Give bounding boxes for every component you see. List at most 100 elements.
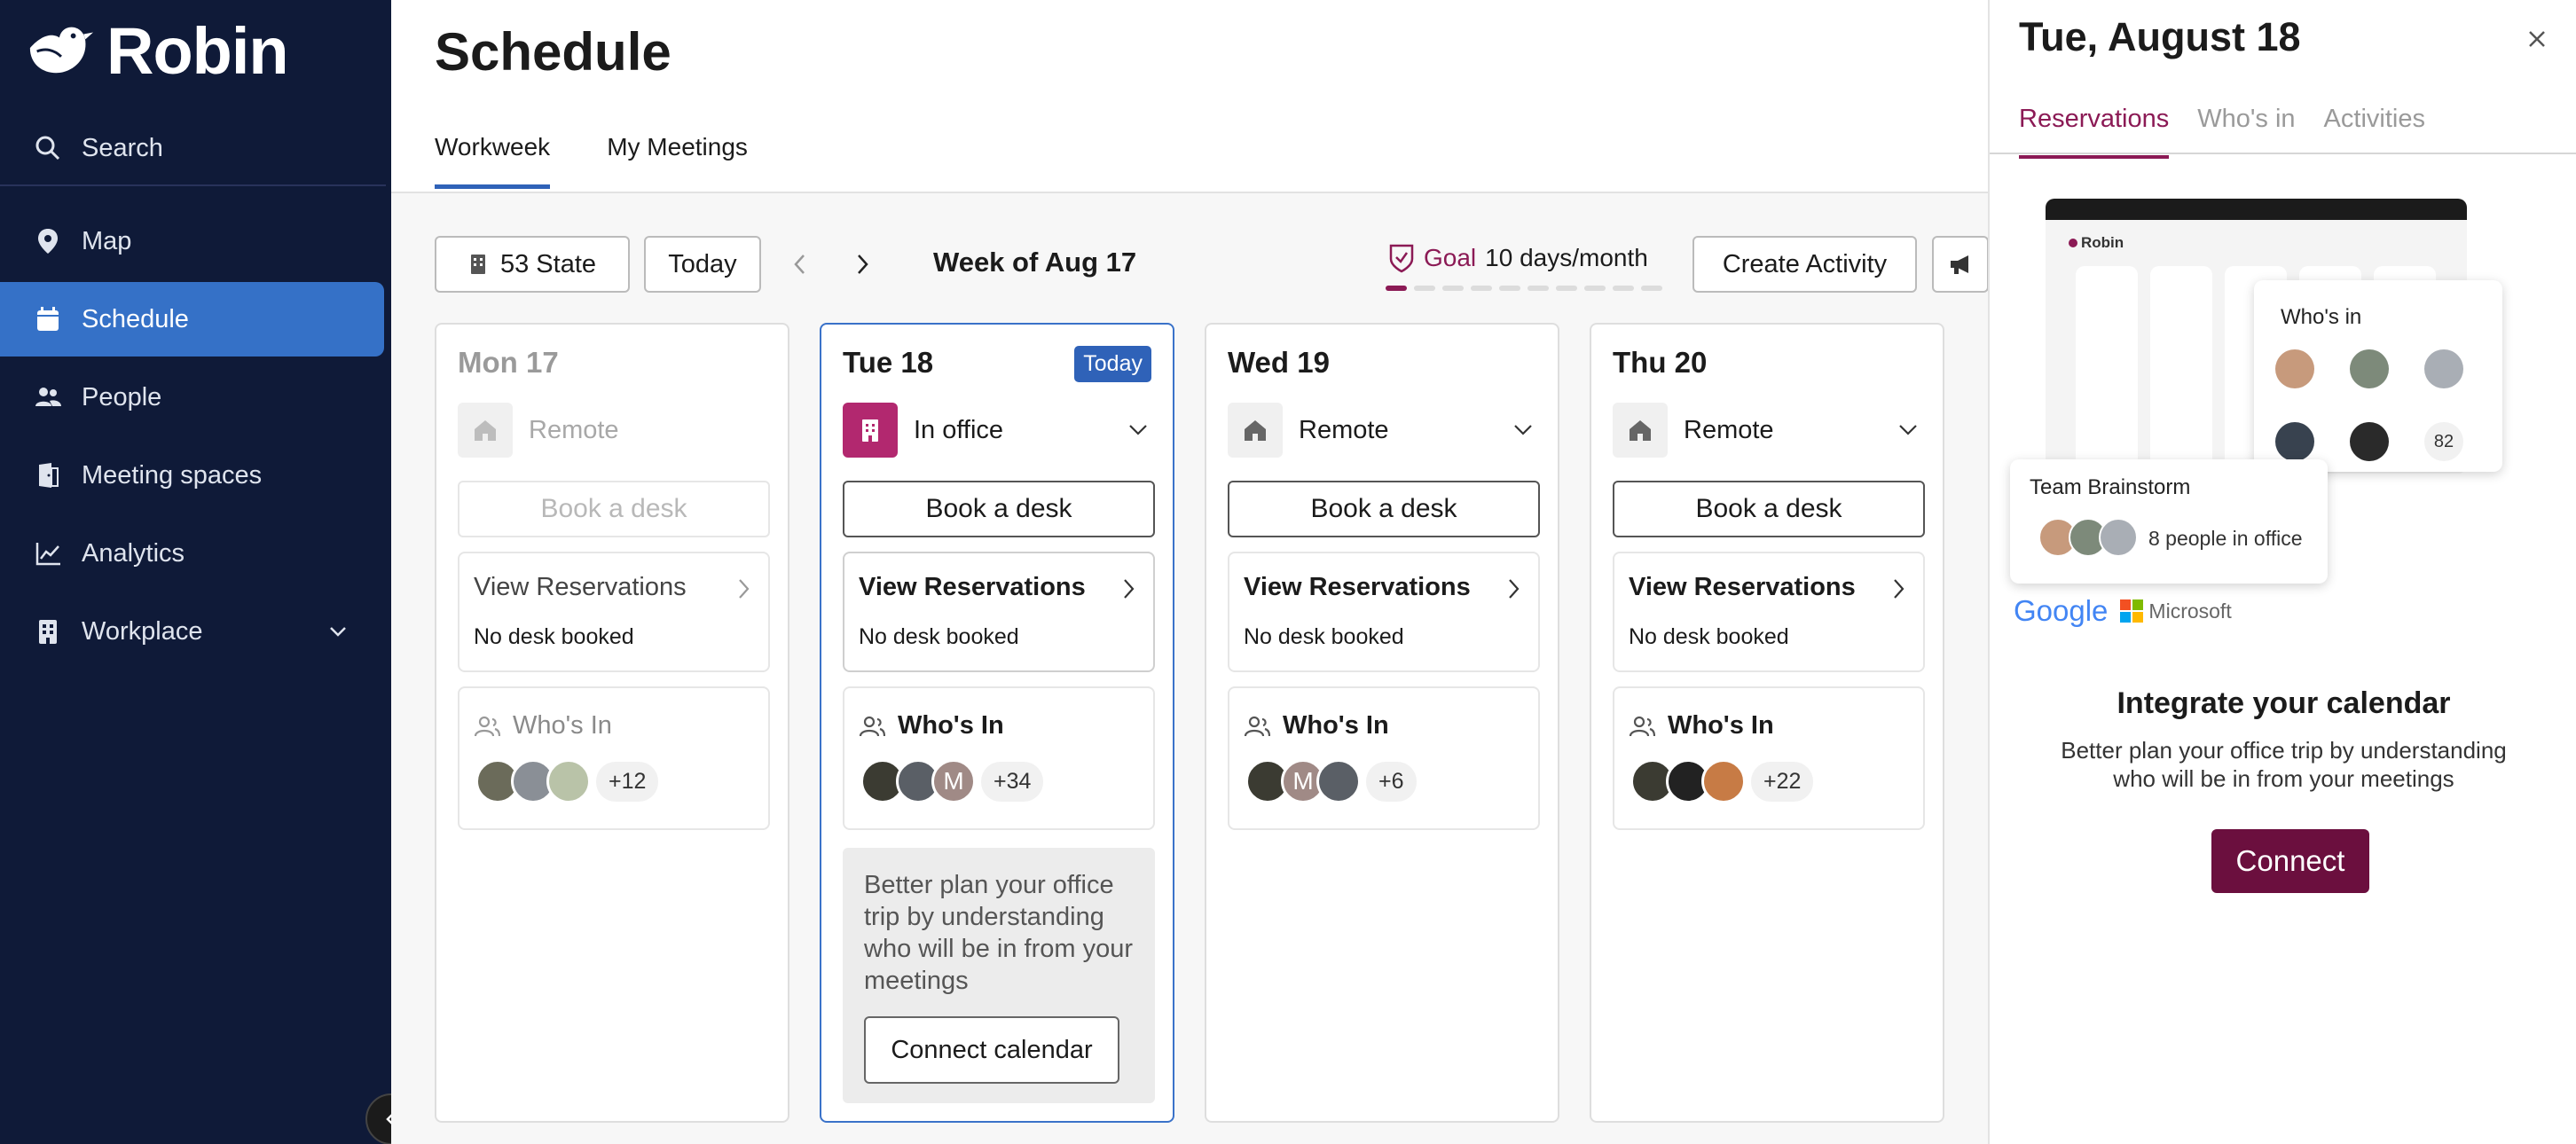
today-button[interactable]: Today bbox=[644, 236, 761, 293]
mock-meeting-card: Team Brainstorm 8 people in office bbox=[2010, 459, 2328, 584]
mock-whos-in-card: Who's in 82 bbox=[2254, 280, 2502, 472]
mock-brand-name: Robin bbox=[2081, 234, 2124, 251]
home-icon bbox=[458, 403, 513, 458]
sidebar-item-people[interactable]: People bbox=[0, 360, 384, 435]
book-desk-button[interactable]: Book a desk bbox=[1228, 481, 1540, 537]
view-reservations-card[interactable]: View Reservations No desk booked bbox=[843, 552, 1155, 672]
announcement-button[interactable] bbox=[1932, 236, 1989, 293]
calendar-icon bbox=[37, 307, 59, 331]
sidebar-search[interactable]: Search bbox=[0, 112, 386, 186]
avatar-stack: M +34 bbox=[860, 759, 1044, 803]
view-reservations-card[interactable]: View Reservations No desk booked bbox=[1613, 552, 1925, 672]
map-pin-icon bbox=[38, 229, 58, 254]
chevron-left-icon bbox=[794, 255, 805, 274]
sidebar-item-meeting-spaces[interactable]: Meeting spaces bbox=[0, 438, 384, 513]
robin-bird-icon bbox=[29, 27, 94, 74]
people-icon bbox=[35, 388, 61, 406]
avatar-initial: M bbox=[931, 759, 976, 803]
panel-date: Tue, August 18 bbox=[2019, 14, 2301, 59]
book-desk-button[interactable]: Book a desk bbox=[458, 481, 770, 537]
sidebar-item-label: Meeting spaces bbox=[82, 460, 263, 490]
whos-in-card[interactable]: Who's In M +34 bbox=[843, 686, 1155, 830]
goal-shield-icon bbox=[1389, 244, 1414, 273]
whos-in-header: Who's In bbox=[1629, 711, 1774, 740]
mock-meeting-avatars bbox=[2038, 518, 2138, 557]
next-week-button[interactable] bbox=[846, 248, 878, 280]
chevron-right-icon bbox=[1509, 579, 1520, 599]
day-name: Tue 18 bbox=[843, 346, 934, 379]
goal-progress-segment bbox=[1528, 286, 1549, 291]
work-status-dropdown[interactable]: In office bbox=[843, 401, 1155, 459]
sidebar-item-workplace[interactable]: Workplace bbox=[0, 594, 384, 669]
whos-in-label: Who's In bbox=[1283, 711, 1389, 740]
goal-progress-segment bbox=[1556, 286, 1577, 291]
whos-in-card[interactable]: Who's In M +6 bbox=[1228, 686, 1540, 830]
people-count-badge: +6 bbox=[1366, 761, 1417, 802]
today-badge: Today bbox=[1074, 346, 1151, 382]
person-icon bbox=[474, 716, 500, 736]
integrate-title: Integrate your calendar bbox=[2117, 686, 2451, 720]
avatar bbox=[2350, 422, 2389, 461]
connect-calendar-button[interactable]: Connect calendar bbox=[864, 1016, 1119, 1084]
day-detail-panel: Tue, August 18 Reservations Who's in Act… bbox=[1988, 0, 2576, 1144]
tab-activities[interactable]: Activities bbox=[2324, 105, 2425, 159]
whos-in-header: Who's In bbox=[1244, 711, 1389, 740]
reservation-status: No desk booked bbox=[1244, 624, 1404, 649]
sidebar-item-map[interactable]: Map bbox=[0, 204, 384, 278]
whos-in-header: Who's In bbox=[474, 711, 612, 740]
book-desk-button[interactable]: Book a desk bbox=[843, 481, 1155, 537]
integrate-description: Better plan your office trip by understa… bbox=[2061, 737, 2507, 792]
chevron-right-icon bbox=[739, 579, 750, 599]
tab-whos-in[interactable]: Who's in bbox=[2197, 105, 2295, 159]
create-activity-button[interactable]: Create Activity bbox=[1692, 236, 1917, 293]
work-status-dropdown[interactable]: Remote bbox=[1613, 401, 1925, 459]
sidebar: Robin Search Map Schedule People Meeting… bbox=[0, 0, 417, 1144]
tab-workweek[interactable]: Workweek bbox=[435, 133, 551, 189]
sidebar-nav: Map Schedule People Meeting spaces Analy… bbox=[0, 204, 391, 672]
tab-reservations[interactable]: Reservations bbox=[2019, 105, 2170, 159]
view-reservations-card[interactable]: View Reservations No desk booked bbox=[1228, 552, 1540, 672]
reservation-status: No desk booked bbox=[859, 624, 1019, 649]
view-reservations-label: View Reservations bbox=[859, 573, 1086, 601]
book-desk-button[interactable]: Book a desk bbox=[1613, 481, 1925, 537]
sidebar-item-analytics[interactable]: Analytics bbox=[0, 516, 384, 591]
avatar-stack: M +6 bbox=[1245, 759, 1417, 803]
brand-name: Robin bbox=[106, 13, 289, 88]
work-status-label: Remote bbox=[1299, 415, 1389, 444]
office-building-icon bbox=[843, 403, 898, 458]
mock-column bbox=[2150, 266, 2212, 470]
search-icon bbox=[35, 136, 60, 161]
view-reservations-card[interactable]: View Reservations No desk booked bbox=[458, 552, 770, 672]
person-icon bbox=[1629, 716, 1655, 736]
previous-week-button[interactable] bbox=[784, 248, 816, 280]
tab-my-meetings[interactable]: My Meetings bbox=[607, 133, 748, 189]
chevron-down-icon bbox=[1129, 425, 1147, 435]
avatar bbox=[2275, 422, 2314, 461]
day-column-tue: Tue 18 Today In office Book a desk View … bbox=[820, 323, 1174, 1123]
work-status-dropdown[interactable]: Remote bbox=[1228, 401, 1540, 459]
avatar-stack: +22 bbox=[1630, 759, 1814, 803]
avatar bbox=[1316, 759, 1361, 803]
whos-in-card[interactable]: Who's In +12 bbox=[458, 686, 770, 830]
sidebar-item-label: Map bbox=[82, 226, 132, 255]
view-reservations-label: View Reservations bbox=[474, 573, 687, 601]
office-goal[interactable]: Goal 10 days/month bbox=[1388, 243, 1648, 273]
whos-in-label: Who's In bbox=[1668, 711, 1774, 740]
close-icon[interactable] bbox=[2523, 25, 2551, 53]
mock-brand-dot bbox=[2069, 239, 2077, 247]
day-column-wed: Wed 19 Remote Book a desk View Reservati… bbox=[1205, 323, 1559, 1123]
sidebar-item-label: People bbox=[82, 382, 162, 411]
connect-button[interactable]: Connect bbox=[2211, 829, 2369, 893]
whos-in-card[interactable]: Who's In +22 bbox=[1613, 686, 1925, 830]
avatar bbox=[546, 759, 591, 803]
location-button[interactable]: 53 State bbox=[435, 236, 630, 293]
whos-in-label: Who's In bbox=[898, 711, 1004, 740]
robin-logo[interactable]: Robin bbox=[25, 14, 289, 88]
goal-progress-segment bbox=[1471, 286, 1492, 291]
work-status-label: Remote bbox=[1684, 415, 1774, 444]
sidebar-item-schedule[interactable]: Schedule bbox=[0, 282, 384, 357]
search-label: Search bbox=[82, 133, 163, 162]
megaphone-icon bbox=[1951, 255, 1968, 274]
app-root: Robin Search Map Schedule People Meeting… bbox=[0, 0, 2576, 1144]
mock-avatar-grid: 82 bbox=[2275, 349, 2463, 461]
